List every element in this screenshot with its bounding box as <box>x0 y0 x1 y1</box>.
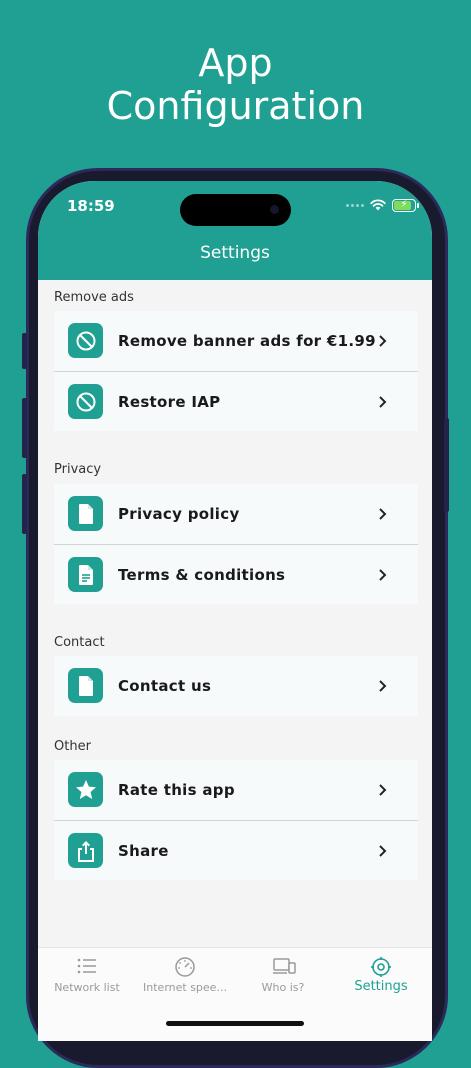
tab-network-list[interactable]: Network list <box>38 948 136 1008</box>
tab-who-is[interactable]: Who is? <box>234 948 332 1008</box>
row-label: Terms & conditions <box>118 566 286 584</box>
group-privacy: Privacy policy Terms & conditions <box>54 484 418 604</box>
tab-internet-speed[interactable]: Internet spee... <box>136 948 234 1008</box>
home-indicator <box>166 1021 304 1026</box>
headline: App Configuration <box>0 42 471 128</box>
section-label-other: Other <box>54 739 91 754</box>
block-icon <box>68 323 103 358</box>
group-other: Rate this app Share <box>54 760 418 880</box>
phone-volume-down <box>22 474 27 534</box>
row-label: Rate this app <box>118 781 235 799</box>
speedometer-icon <box>175 957 195 977</box>
row-label: Contact us <box>118 677 212 695</box>
chevron-right-icon <box>379 784 387 796</box>
phone-action-button <box>22 333 27 369</box>
block-icon <box>68 384 103 419</box>
tab-bar: Network list Internet spee... Who is? Se… <box>38 947 432 1041</box>
section-label-contact: Contact <box>54 635 105 650</box>
tab-settings[interactable]: Settings <box>332 948 430 1008</box>
settings-icon <box>371 957 391 977</box>
chevron-right-icon <box>379 396 387 408</box>
group-contact: Contact us <box>54 656 418 716</box>
group-remove-ads: Remove banner ads for €1.99 Restore IAP <box>54 311 418 431</box>
row-label: Restore IAP <box>118 393 221 411</box>
tab-label: Internet spee... <box>143 981 227 994</box>
row-label: Privacy policy <box>118 505 240 523</box>
chevron-right-icon <box>379 569 387 581</box>
tab-label: Settings <box>354 979 408 994</box>
chevron-right-icon <box>379 335 387 347</box>
row-rate-app[interactable]: Rate this app <box>54 760 418 820</box>
document-lines-icon <box>68 557 103 592</box>
headline-line-1: App <box>198 41 273 85</box>
tab-label: Who is? <box>261 981 305 994</box>
row-label: Remove banner ads for €1.99 <box>118 332 376 350</box>
battery-icon: ⚡ <box>392 198 419 212</box>
phone-power-button <box>444 418 449 512</box>
star-icon <box>68 772 103 807</box>
document-icon <box>68 496 103 531</box>
row-label: Share <box>118 842 169 860</box>
devices-icon <box>273 958 296 974</box>
camera-dot <box>270 205 279 214</box>
status-icons: ⚡ <box>346 197 419 213</box>
dynamic-island <box>180 194 291 226</box>
row-contact-us[interactable]: Contact us <box>54 656 418 716</box>
status-time: 18:59 <box>67 197 115 215</box>
phone-volume-up <box>22 398 27 458</box>
chevron-right-icon <box>379 508 387 520</box>
cellular-signal-icon <box>346 203 364 207</box>
section-label-remove-ads: Remove ads <box>54 290 134 305</box>
wifi-icon <box>370 199 386 211</box>
document-icon <box>68 668 103 703</box>
row-remove-banner-ads[interactable]: Remove banner ads for €1.99 <box>54 311 418 371</box>
tab-label: Network list <box>54 981 120 994</box>
page-title: Settings <box>200 243 270 263</box>
phone-screen: 18:59 ⚡ Settings Remove ads Remove banne… <box>38 181 432 1041</box>
row-restore-iap[interactable]: Restore IAP <box>54 371 418 431</box>
chevron-right-icon <box>379 845 387 857</box>
row-privacy-policy[interactable]: Privacy policy <box>54 484 418 544</box>
list-icon <box>77 958 96 974</box>
chevron-right-icon <box>379 680 387 692</box>
section-label-privacy: Privacy <box>54 462 102 477</box>
top-bar: 18:59 ⚡ Settings <box>38 181 432 280</box>
row-share[interactable]: Share <box>54 820 418 880</box>
row-terms-conditions[interactable]: Terms & conditions <box>54 544 418 604</box>
share-icon <box>68 833 103 868</box>
headline-line-2: Configuration <box>106 84 365 128</box>
